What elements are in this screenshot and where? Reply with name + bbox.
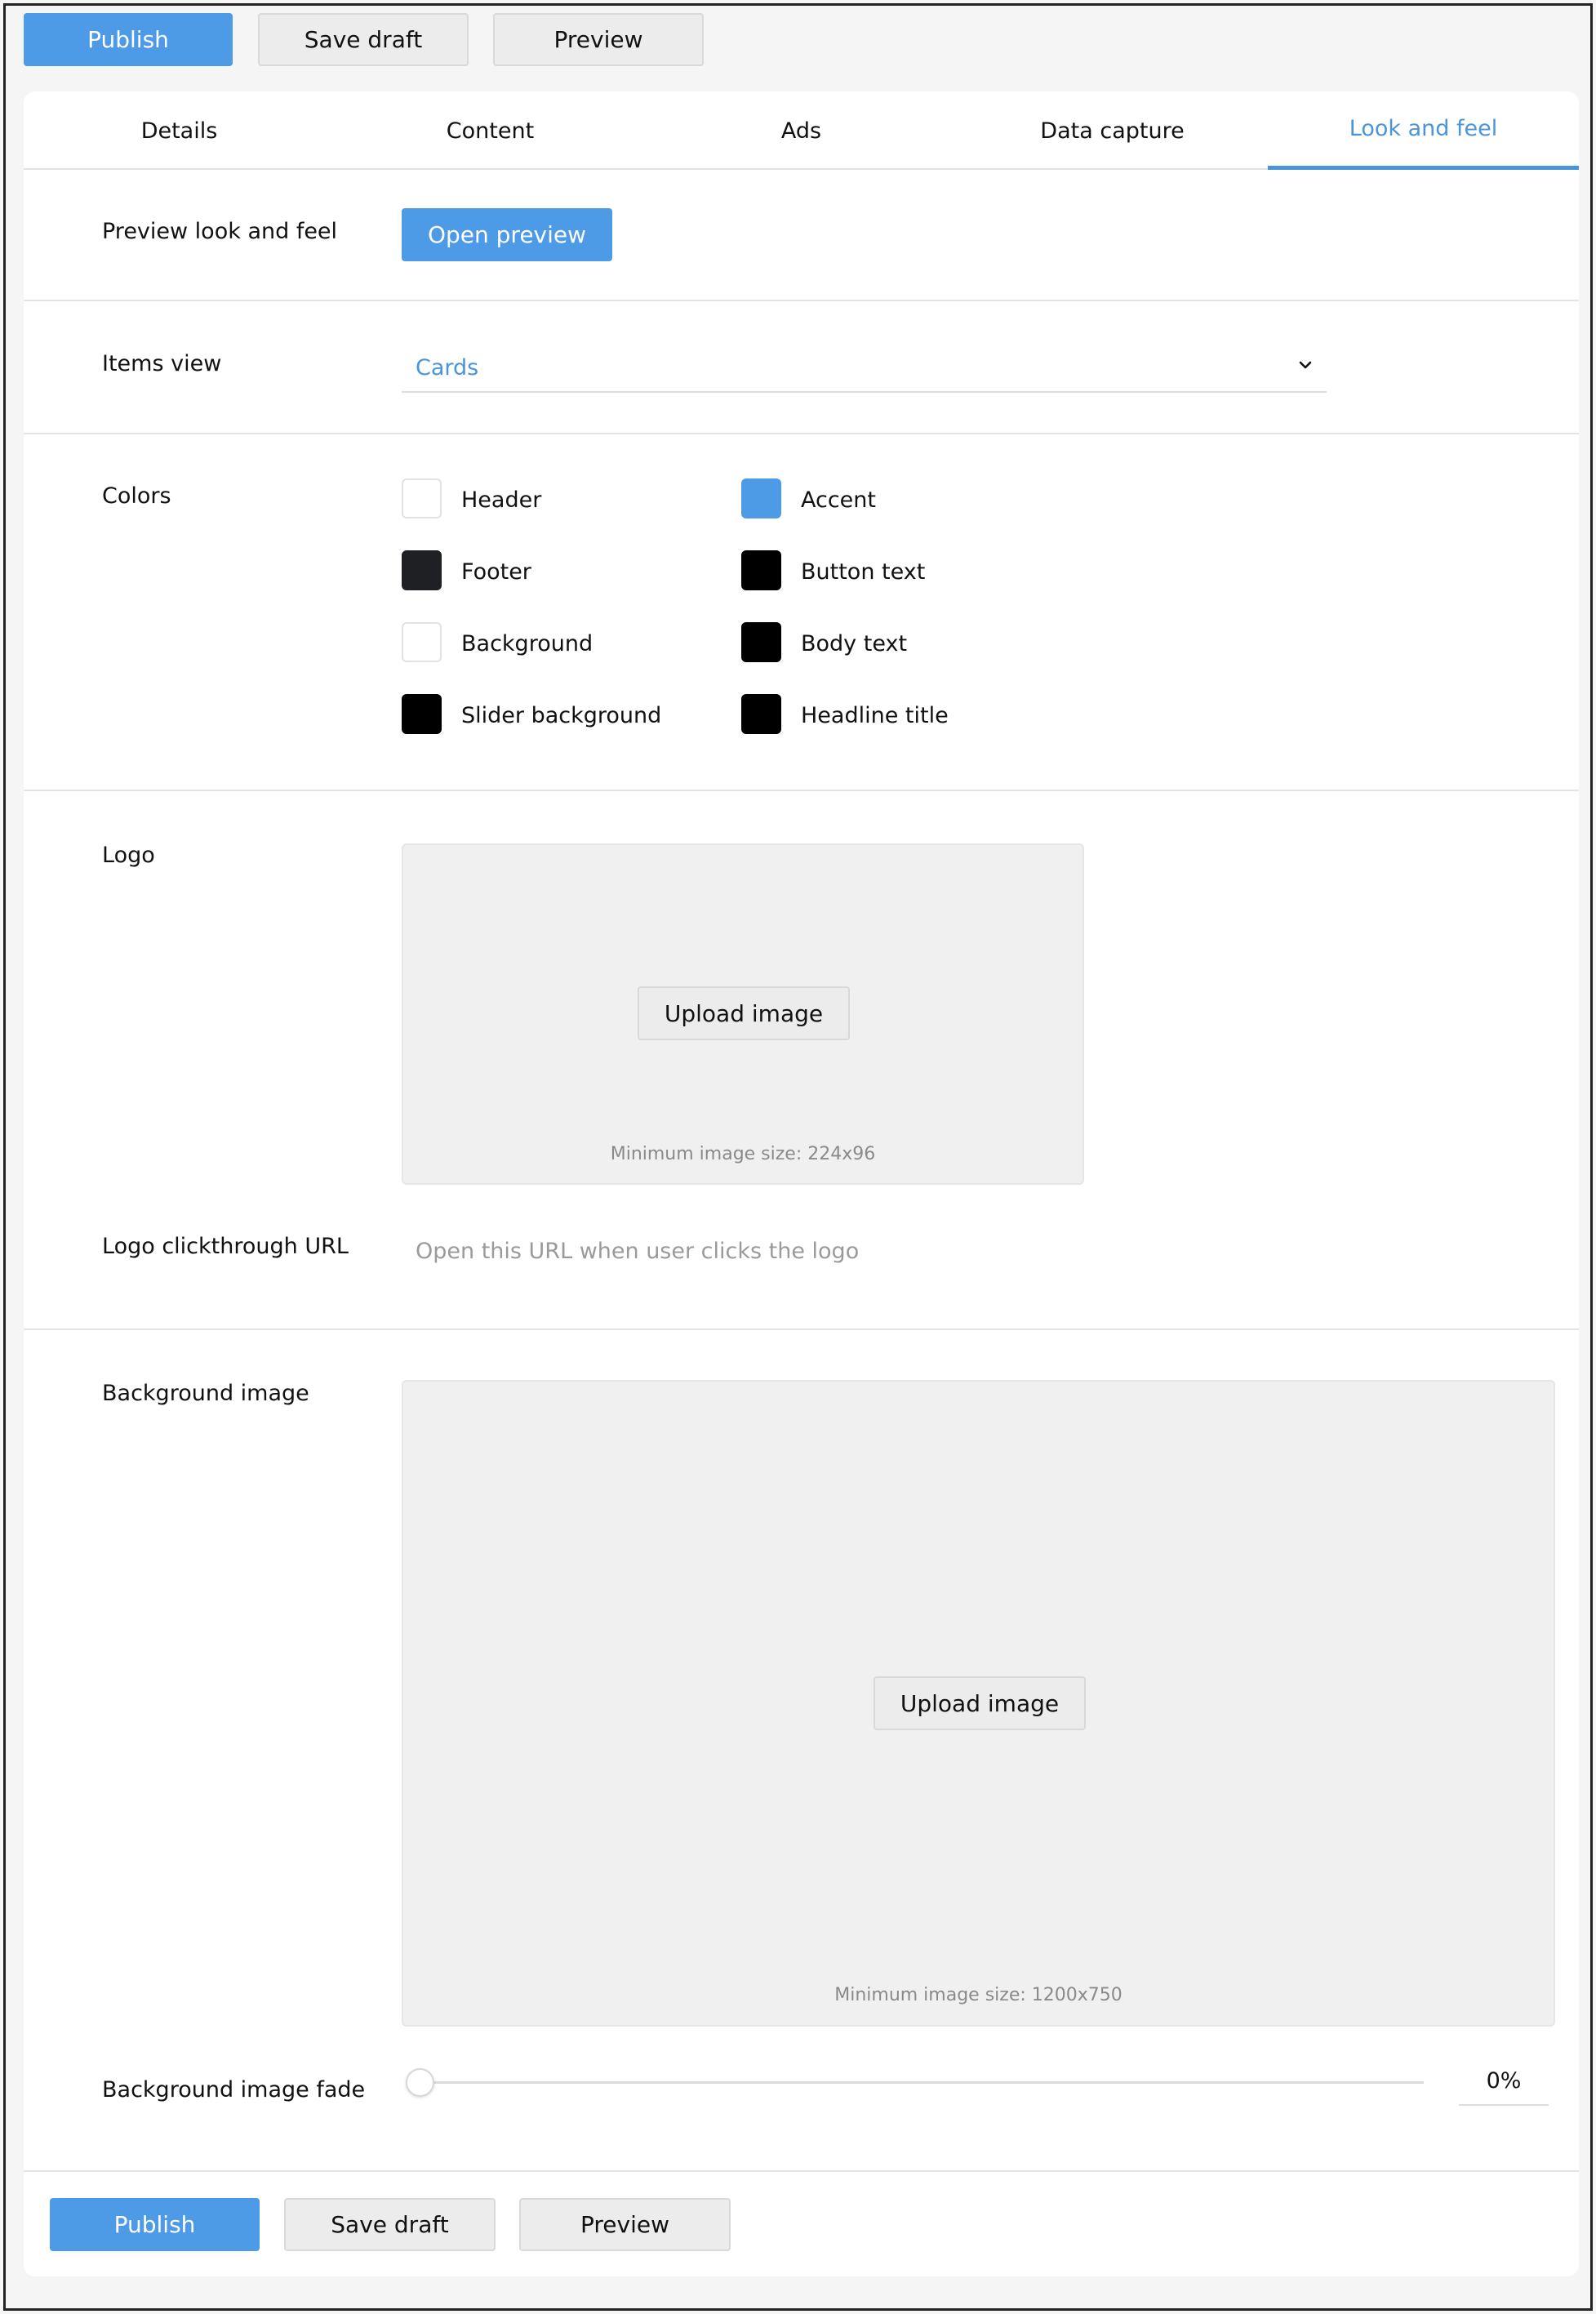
body-text-color-swatch[interactable] [741,622,781,662]
headline-title-color-label: Headline title [801,703,949,728]
section-divider [24,790,1579,791]
logo-dropzone[interactable]: Upload image Minimum image size: 224x96 [402,843,1084,1185]
tab-bar: Details Content Ads Data capture Look an… [24,91,1579,170]
section-divider [24,2170,1579,2172]
header-color-label: Header [461,487,542,513]
save-draft-button-bottom[interactable]: Save draft [284,2198,496,2251]
items-view-select[interactable]: Cards [402,340,1327,393]
open-preview-button[interactable]: Open preview [402,208,612,261]
background-image-dropzone[interactable]: Upload image Minimum image size: 1200x75… [402,1380,1555,2027]
tab-data-capture[interactable]: Data capture [957,91,1268,170]
tab-details[interactable]: Details [24,91,335,170]
accent-color-label: Accent [801,487,876,513]
background-color-swatch[interactable] [402,622,442,662]
colors-label: Colors [102,483,171,509]
preview-button-bottom[interactable]: Preview [519,2198,731,2251]
background-fade-label: Background image fade [102,2077,366,2103]
background-fade-slider-handle[interactable] [406,2068,434,2097]
save-draft-button-top[interactable]: Save draft [258,13,469,66]
background-color-label: Background [461,631,593,656]
settings-card: Details Content Ads Data capture Look an… [24,91,1579,2276]
logo-url-input[interactable] [402,1226,1218,1275]
items-view-selected-value: Cards [416,355,479,380]
background-fade-slider-track[interactable] [406,2081,1424,2084]
button-text-color-swatch[interactable] [741,550,781,590]
tab-look-and-feel[interactable]: Look and feel [1268,91,1579,170]
background-image-label: Background image [102,1381,309,1406]
headline-title-color-swatch[interactable] [741,694,781,734]
items-view-label: Items view [102,351,222,376]
background-size-hint: Minimum image size: 1200x750 [834,1985,1123,2005]
slider-background-color-label: Slider background [461,703,662,728]
background-fade-value: 0% [1459,2057,1549,2106]
logo-url-field[interactable] [402,1226,1218,1275]
tab-ads[interactable]: Ads [646,91,957,170]
background-upload-button[interactable]: Upload image [874,1676,1086,1730]
tab-content[interactable]: Content [335,91,646,170]
publish-button-top[interactable]: Publish [24,13,233,66]
publish-button-bottom[interactable]: Publish [50,2198,260,2251]
logo-label: Logo [102,843,155,868]
preview-look-label: Preview look and feel [102,219,338,244]
header-color-swatch[interactable] [402,478,442,518]
body-text-color-label: Body text [801,631,908,656]
logo-upload-button[interactable]: Upload image [638,986,850,1040]
section-divider [24,300,1579,301]
chevron-down-icon [1299,361,1312,369]
logo-url-label: Logo clickthrough URL [102,1234,349,1259]
logo-size-hint: Minimum image size: 224x96 [610,1144,876,1164]
button-text-color-label: Button text [801,559,926,585]
slider-background-color-swatch[interactable] [402,694,442,734]
accent-color-swatch[interactable] [741,478,781,518]
section-divider [24,1328,1579,1330]
section-divider [24,433,1579,434]
footer-color-label: Footer [461,559,531,585]
preview-button-top[interactable]: Preview [493,13,704,66]
footer-color-swatch[interactable] [402,550,442,590]
